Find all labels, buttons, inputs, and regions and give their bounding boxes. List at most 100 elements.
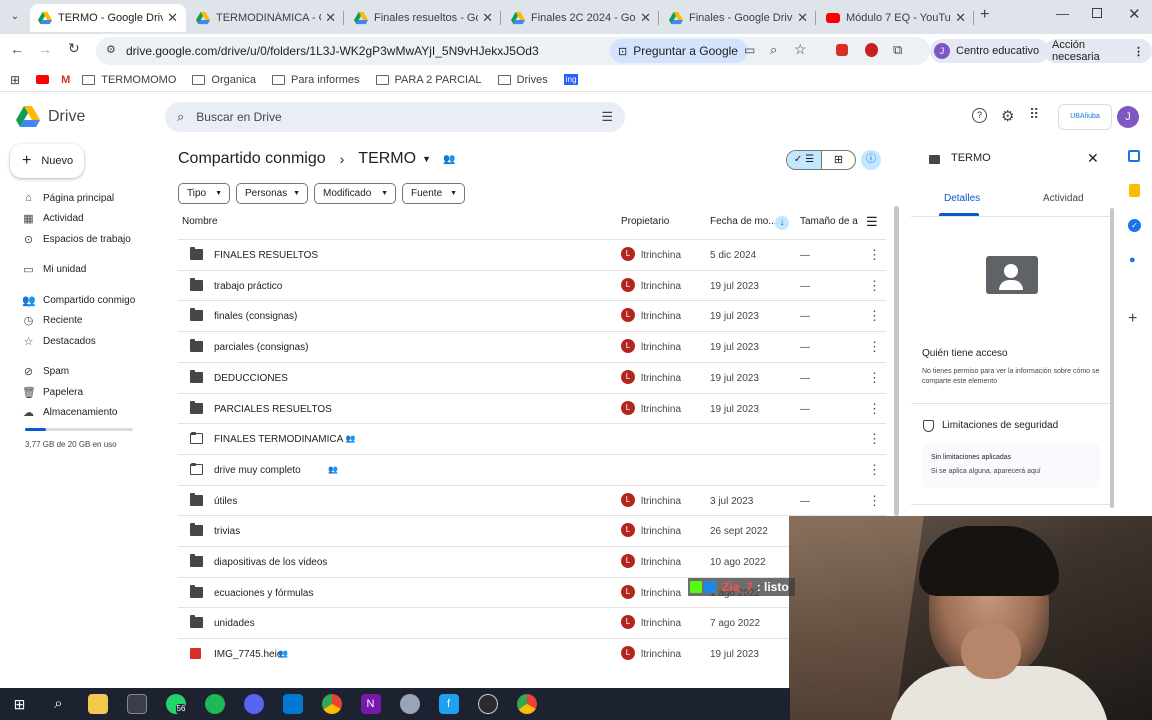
column-size[interactable]: Tamaño de a	[800, 216, 858, 227]
file-name[interactable]: trabajo práctico	[214, 281, 282, 292]
close-tab-icon[interactable]: ✕	[325, 10, 336, 26]
file-name[interactable]: IMG_7745.heic	[214, 649, 282, 660]
info-icon[interactable]: ⓘ	[861, 150, 881, 170]
file-row[interactable]: útiles Lltrinchina 3 jul 2023 — ⋮	[178, 484, 886, 516]
new-tab-button[interactable]: +	[980, 6, 989, 24]
file-name[interactable]: FINALES TERMODINAMICA	[214, 434, 343, 445]
nav-item-0[interactable]: ⌂ Página principal	[0, 188, 160, 208]
file-row[interactable]: IMG_7745.heic👥Lltrinchina19 jul 2023⋮	[178, 638, 886, 669]
file-row[interactable]: finales (consignas) Lltrinchina 19 jul 202…	[178, 300, 886, 331]
file-row[interactable]: triviasLltrinchina26 sept 2022⋮	[178, 515, 886, 546]
keep-icon[interactable]	[1129, 184, 1140, 197]
tab-details[interactable]: Detalles	[944, 193, 980, 204]
apps-grid-icon[interactable]: ⊞	[10, 73, 20, 87]
nav-item-1[interactable]: ▦ Actividad	[0, 208, 160, 228]
settings-gear-icon[interactable]: ⚙	[1001, 107, 1014, 125]
file-name[interactable]: finales (consignas)	[214, 311, 297, 322]
vscode-icon[interactable]	[282, 694, 303, 714]
sort-options-icon[interactable]: ☰	[866, 214, 878, 230]
nav-item-9[interactable]: ☁ Almacenamiento	[0, 402, 160, 422]
file-row[interactable]: drive muy completo 👥 ⋮	[178, 453, 886, 485]
close-icon[interactable]: ✕	[1087, 150, 1099, 167]
extension-red-icon[interactable]	[836, 44, 848, 56]
more-vert-icon[interactable]: ⋮	[868, 278, 881, 294]
chrome-2-icon[interactable]	[516, 694, 537, 714]
search-bar[interactable]: ⌕ Buscar en Drive ☰	[165, 102, 625, 132]
tab-1[interactable]: TERMODINÁMICA - Go ✕	[188, 4, 344, 32]
tab-4[interactable]: Finales - Google Drive ✕	[661, 4, 816, 32]
extension-opera-icon[interactable]	[865, 43, 878, 57]
bookmark-4[interactable]: Drives	[497, 74, 548, 86]
drive-logo[interactable]: Drive	[16, 106, 85, 127]
file-row[interactable]: unidadesLltrinchina7 ago 2022⋮	[178, 607, 886, 638]
calendar-icon[interactable]	[1128, 150, 1140, 162]
more-vert-icon[interactable]: ⋮	[868, 308, 881, 324]
facebook-icon[interactable]: f	[438, 694, 459, 714]
account-avatar[interactable]: J	[1117, 106, 1139, 128]
file-name[interactable]: unidades	[214, 618, 255, 629]
file-name[interactable]: ecuaciones y fórmulas	[214, 588, 314, 599]
file-name[interactable]: útiles	[214, 496, 237, 507]
add-app-icon[interactable]: +	[1128, 310, 1137, 328]
nav-item-8[interactable]: 🗑 Papelera	[0, 382, 160, 402]
more-vert-icon[interactable]: ⋮	[868, 370, 881, 386]
ask-google-button[interactable]: ⊡ Preguntar a Google	[610, 39, 748, 63]
file-row[interactable]: DEDUCCIONES Lltrinchina 19 jul 2023 — ⋮	[178, 361, 886, 393]
spotify-icon[interactable]	[204, 694, 225, 714]
close-tab-icon[interactable]: ✕	[955, 10, 966, 26]
search-icon[interactable]: ⌕	[49, 694, 69, 714]
nav-item-4[interactable]: 👥 Compartido conmigo	[0, 290, 160, 310]
app-icon[interactable]	[399, 694, 420, 714]
bookmark-1[interactable]: Organica	[192, 74, 256, 86]
tab-0[interactable]: TERMO - Google Drive ✕	[30, 4, 186, 32]
tab-search-button[interactable]: ⌄	[6, 8, 24, 26]
url-text[interactable]: drive.google.com/drive/u/0/folders/1L3J-…	[126, 44, 539, 58]
google-apps-icon[interactable]: ⠿	[1029, 106, 1039, 123]
file-row[interactable]: PARCIALES RESUELTOS Lltrinchina 19 jul 202…	[178, 392, 886, 424]
restore-button[interactable]	[1092, 8, 1102, 18]
column-owner[interactable]: Propietario	[621, 216, 669, 227]
nav-item-5[interactable]: ◷ Reciente	[0, 310, 160, 330]
tasks-icon[interactable]: ✓	[1128, 219, 1141, 232]
close-tab-icon[interactable]: ✕	[640, 10, 651, 26]
file-name[interactable]: parciales (consignas)	[214, 342, 309, 353]
install-icon[interactable]: ▭	[744, 43, 755, 57]
close-tab-icon[interactable]: ✕	[167, 10, 178, 26]
nav-item-2[interactable]: ⊙ Espacios de trabajo	[0, 229, 160, 249]
close-tab-icon[interactable]: ✕	[482, 10, 493, 26]
more-vert-icon[interactable]: ⋮	[868, 462, 881, 478]
file-row[interactable]: parciales (consignas) Lltrinchina 19 jul 2…	[178, 331, 886, 362]
forward-icon[interactable]: →	[38, 41, 52, 57]
column-date[interactable]: Fecha de mo...	[710, 216, 777, 227]
action-needed-button[interactable]: Acción necesaria ⋮	[1044, 39, 1152, 63]
breadcrumb-root[interactable]: Compartido conmigo	[178, 150, 326, 168]
more-vert-icon[interactable]: ⋮	[868, 247, 881, 263]
list-view-button[interactable]: ✓ ☰	[787, 151, 821, 169]
panel-scrollbar[interactable]	[1110, 208, 1114, 508]
reload-icon[interactable]: ↻	[68, 40, 80, 57]
address-bar[interactable]: ⚙ drive.google.com/drive/u/0/folders/1L3…	[96, 37, 930, 65]
search-input[interactable]: Buscar en Drive	[196, 110, 281, 124]
tab-activity[interactable]: Actividad	[1043, 193, 1084, 204]
filter-chip-3[interactable]: Fuente ▼	[402, 183, 465, 204]
profile-button[interactable]: J Centro educativo	[930, 39, 1050, 63]
bookmark-star-icon[interactable]: ☆	[794, 41, 807, 58]
filter-chip-2[interactable]: Modificado ▼	[314, 183, 396, 204]
discord-icon[interactable]	[243, 694, 264, 714]
breadcrumb-current[interactable]: TERMO	[358, 150, 416, 168]
obs-icon[interactable]	[477, 694, 498, 714]
more-vert-icon[interactable]: ⋮	[868, 401, 881, 417]
zoom-icon[interactable]: ⌕	[770, 42, 777, 58]
file-name[interactable]: FINALES RESUELTOS	[214, 250, 318, 261]
extensions-icon[interactable]: ⧉	[893, 42, 902, 58]
minimize-button[interactable]: —	[1056, 6, 1069, 21]
search-options-icon[interactable]: ☰	[601, 109, 613, 125]
bookmark-0[interactable]: TERMOMOMO	[82, 74, 176, 86]
bookmark-3[interactable]: PARA 2 PARCIAL	[375, 74, 482, 86]
new-button[interactable]: + Nuevo	[10, 144, 84, 178]
windows-start-icon[interactable]: ⊞	[10, 694, 30, 714]
filter-chip-1[interactable]: Personas ▼	[236, 183, 308, 204]
nav-item-3[interactable]: ▭ Mi unidad	[0, 259, 160, 279]
bookmark-ing[interactable]: ing	[563, 74, 579, 85]
help-icon[interactable]: ?	[972, 108, 987, 123]
